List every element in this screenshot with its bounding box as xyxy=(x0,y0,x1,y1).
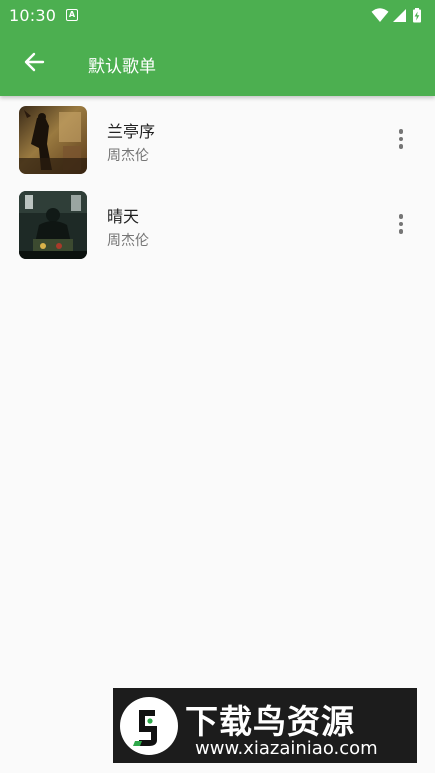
status-time: 10:30 xyxy=(9,6,57,25)
back-button[interactable] xyxy=(14,42,54,82)
watermark-url: www.xiazainiao.com xyxy=(195,738,378,759)
song-artist: 周杰伦 xyxy=(107,148,149,164)
watermark: 下载鸟资源 www.xiazainiao.com xyxy=(113,688,417,763)
more-vert-button[interactable] xyxy=(386,207,416,241)
top-bar: 10:30 A 默认歌单 xyxy=(0,0,435,96)
wifi-icon xyxy=(371,8,389,22)
album-cover-image xyxy=(19,106,87,174)
battery-charging-icon xyxy=(413,8,421,23)
more-vert-icon xyxy=(398,214,404,219)
screen: 10:30 A 默认歌单 兰亭序 周杰伦 晴天 周杰伦 下载鸟资源 www.xi… xyxy=(0,0,435,773)
cell-signal-icon xyxy=(393,9,406,22)
status-bar: 10:30 A xyxy=(0,0,435,30)
status-icons xyxy=(371,7,423,23)
watermark-title: 下载鸟资源 xyxy=(185,702,355,741)
song-artist: 周杰伦 xyxy=(107,233,149,249)
more-vert-icon xyxy=(398,129,404,134)
list-item[interactable]: 兰亭序 周杰伦 xyxy=(0,96,435,181)
album-cover-image xyxy=(19,191,87,259)
notification-a-icon: A xyxy=(66,9,78,21)
more-vert-button[interactable] xyxy=(386,122,416,156)
page-title: 默认歌单 xyxy=(88,57,156,77)
song-title: 兰亭序 xyxy=(107,122,156,141)
watermark-logo xyxy=(119,696,179,756)
list-item[interactable]: 晴天 周杰伦 xyxy=(0,181,435,266)
app-bar: 默认歌单 xyxy=(0,30,435,96)
song-title: 晴天 xyxy=(107,207,140,226)
arrow-left-icon xyxy=(24,52,45,72)
song-list: 兰亭序 周杰伦 晴天 周杰伦 xyxy=(0,96,435,266)
